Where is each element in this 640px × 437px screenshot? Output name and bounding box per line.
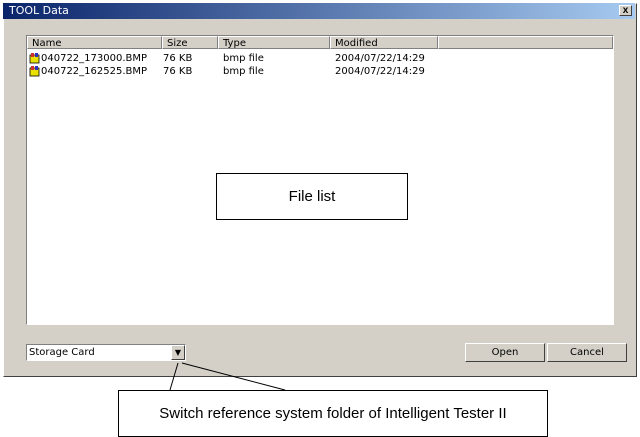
switch-folder-annotation: Switch reference system folder of Intell… — [118, 390, 548, 437]
callout-lines — [169, 362, 286, 391]
